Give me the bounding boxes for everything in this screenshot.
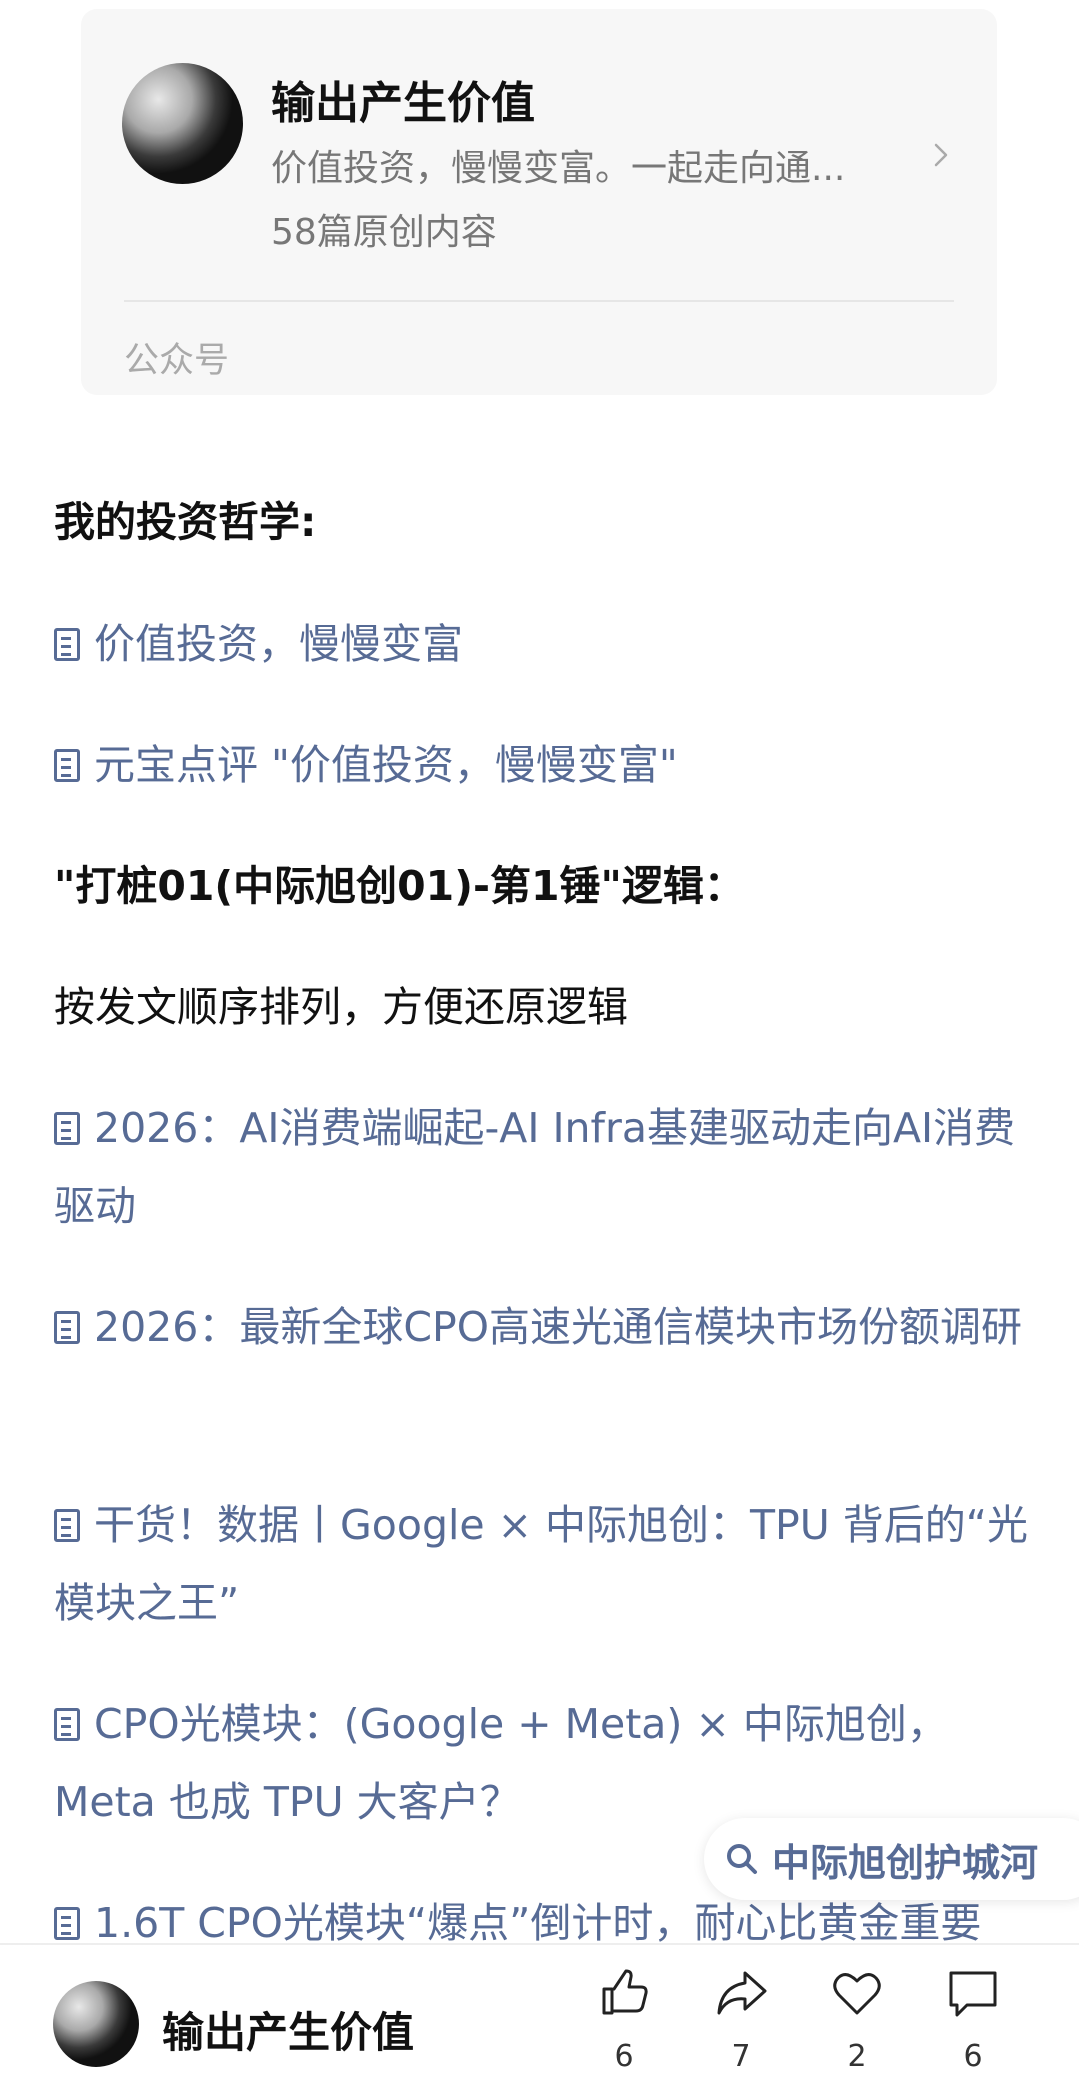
- article-link[interactable]: 价值投资，慢慢变富: [54, 605, 463, 683]
- account-description: 价值投资，慢慢变富。一起走向通...: [271, 148, 846, 189]
- article-link-text: CPO光模块：(Google + Meta) × 中际旭创，Meta 也成 TP…: [54, 1700, 948, 1826]
- document-icon: [54, 628, 80, 661]
- related-search-label: 中际旭创护城河: [772, 1840, 1039, 1885]
- article-link[interactable]: 2026：AI消费端崛起-AI Infra基建驱动走向AI消费驱动: [54, 1089, 1034, 1245]
- account-avatar-small[interactable]: [53, 1981, 139, 2067]
- account-original-count: 58篇原创内容: [271, 212, 497, 253]
- share-count: 7: [731, 2039, 751, 2074]
- favorite-button[interactable]: 2: [817, 1965, 897, 2074]
- document-icon: [54, 1112, 80, 1145]
- comment-count: 6: [963, 2039, 983, 2074]
- comment-button[interactable]: 6: [933, 1965, 1013, 2074]
- bottom-account-name[interactable]: 输出产生价值: [162, 1999, 414, 2060]
- document-icon: [54, 1509, 80, 1542]
- account-avatar: [122, 63, 243, 184]
- card-divider: [124, 300, 954, 302]
- related-search-chip[interactable]: 中际旭创护城河: [704, 1818, 1079, 1900]
- article-link[interactable]: 干货！数据丨Google × 中际旭创：TPU 背后的“光模块之王”: [54, 1486, 1034, 1642]
- heading-investment-philosophy: 我的投资哲学:: [54, 498, 317, 546]
- like-button[interactable]: 6: [584, 1965, 664, 2074]
- search-icon: [727, 1844, 757, 1874]
- account-type-label: 公众号: [124, 341, 230, 381]
- share-arrow-icon: [717, 1971, 767, 2015]
- like-count: 6: [614, 2039, 634, 2074]
- article-link-text: 2026：最新全球CPO高速光通信模块市场份额调研: [94, 1303, 1022, 1351]
- article-link-text: 价值投资，慢慢变富: [94, 620, 463, 668]
- article-link-text: 2026：AI消费端崛起-AI Infra基建驱动走向AI消费驱动: [54, 1104, 1016, 1230]
- account-card[interactable]: 输出产生价值 价值投资，慢慢变富。一起走向通... 58篇原创内容 公众号: [81, 9, 997, 395]
- account-name: 输出产生价值: [271, 78, 535, 129]
- document-icon: [54, 1311, 80, 1344]
- article-link[interactable]: 2026：最新全球CPO高速光通信模块市场份额调研: [54, 1288, 1034, 1366]
- order-note: 按发文顺序排列，方便还原逻辑: [54, 983, 628, 1031]
- comment-icon: [949, 1971, 997, 2017]
- share-button[interactable]: 7: [701, 1965, 781, 2074]
- bottom-action-bar: 输出产生价值 6 7 2 6: [0, 1943, 1079, 2092]
- article-link-text: 干货！数据丨Google × 中际旭创：TPU 背后的“光模块之王”: [54, 1501, 1029, 1627]
- document-icon: [54, 749, 80, 782]
- document-icon: [54, 1907, 80, 1940]
- article-link[interactable]: 元宝点评 "价值投资，慢慢变富": [54, 726, 678, 804]
- document-icon: [54, 1708, 80, 1741]
- article-link-text: 元宝点评 "价值投资，慢慢变富": [94, 741, 678, 789]
- article-link-text: 1.6T CPO光模块“爆点”倒计时，耐心比黄金重要: [94, 1899, 982, 1947]
- heart-icon: [833, 1973, 881, 2015]
- chevron-right-icon: [934, 143, 948, 167]
- favorite-count: 2: [847, 2039, 867, 2074]
- thumbs-up-icon: [602, 1969, 648, 2015]
- heading-logic: "打桩01(中际旭创01)-第1锤"逻辑：: [54, 862, 745, 910]
